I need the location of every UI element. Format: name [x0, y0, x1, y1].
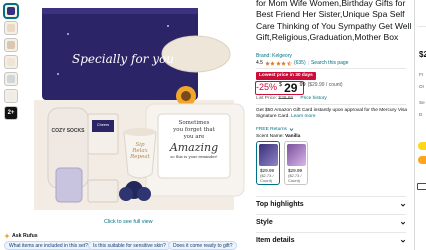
product-title: for Mom Wife Women,Birthday Gifts for Be… [256, 0, 412, 43]
quantity-dropdown[interactable] [417, 183, 426, 190]
scent-swatch-alt[interactable]: $29.99 ($2.73 / Count) [284, 141, 308, 185]
thumbnail-5[interactable] [4, 72, 18, 86]
accordion-label: Top highlights [256, 201, 304, 208]
promo-body: Get $50 Amazon Gift Card instantly upon … [256, 108, 408, 119]
accordion-top-highlights[interactable]: Top highlights [256, 196, 406, 212]
accordion-label: Item details [256, 237, 295, 244]
thumbnail-strip: 2+ [4, 4, 18, 123]
chevron-down-icon [289, 128, 294, 132]
swatch-image [287, 144, 306, 166]
rufus-question-chip-3[interactable]: Does it come ready to gift? [168, 241, 238, 250]
accordion-item-details[interactable]: Item details [256, 232, 406, 248]
list-price: $39.99 [278, 96, 294, 101]
price-row: -25% $ 29 99 ($29.99 / count) [256, 82, 343, 94]
star-rating[interactable] [265, 60, 292, 66]
free-returns-link[interactable]: FREE Returns [256, 127, 294, 132]
thumbnail-6[interactable] [4, 89, 18, 103]
thumbnail-1[interactable] [4, 4, 18, 18]
more-images-thumbnail[interactable]: 2+ [4, 106, 18, 120]
buy-now-button[interactable] [418, 156, 426, 164]
price-per-count: ($29.99 / count) [307, 82, 343, 88]
see-full-view-link[interactable]: Click to see full view [104, 219, 153, 225]
divider [418, 26, 426, 27]
price-whole: 29 [284, 81, 298, 95]
buy-box-text: Se [419, 100, 425, 105]
card-line-3: you are [183, 134, 205, 140]
buy-box-text: D [419, 112, 423, 117]
gift-box-illustration [34, 8, 245, 210]
deal-badge: Lowest price in 30 days [256, 72, 316, 80]
ask-rufus-title: Ask Rufus [12, 233, 38, 239]
rufus-question-chip-2[interactable]: Is this suitable for sensitive skin? [88, 241, 171, 250]
swatch-image [259, 144, 278, 166]
card-line-4: Amazing [169, 141, 219, 154]
main-product-image[interactable]: Specially for you Sometimes you forget t… [28, 4, 250, 216]
chevron-down-icon [400, 203, 406, 207]
candle-label: Cheers [96, 123, 110, 127]
star-icon [276, 60, 281, 66]
buy-box: $2 Fr Or Se D [414, 0, 426, 250]
divider [256, 68, 406, 69]
card-line-1: Sometimes [178, 120, 210, 126]
scent-swatch-vanilla[interactable]: $29.99 ($2.73 / Count) [256, 141, 280, 185]
half-star-icon [286, 60, 292, 66]
scent-label: Scent Name: [256, 134, 284, 139]
accordion-style[interactable]: Style [256, 214, 406, 230]
buy-box-text: Or [419, 84, 425, 89]
cup-text: Sip Relax Repeat [125, 142, 155, 160]
scent-selector-label: Scent Name: Vanilla [256, 134, 300, 139]
chevron-down-icon [400, 239, 406, 243]
price-history-link[interactable]: Price history [300, 96, 326, 101]
thumbnail-4[interactable] [4, 55, 18, 69]
star-icon [281, 60, 287, 66]
add-to-cart-button[interactable] [418, 142, 426, 150]
thumbnail-2[interactable] [4, 21, 18, 35]
price-fraction: 99 [299, 82, 306, 88]
cup-line-3: Repeat [130, 154, 150, 160]
list-price-row: List Price: $39.99 Price history [256, 96, 327, 101]
free-returns-label: FREE Returns [256, 127, 287, 132]
ask-rufus-header[interactable]: Ask Rufus [4, 233, 38, 239]
accordion-label: Style [256, 219, 273, 226]
rufus-question-chip-1[interactable]: What items are included in this set? [4, 241, 93, 250]
scent-value: Vanilla [285, 134, 301, 139]
price-currency: $ [279, 82, 283, 88]
rufus-sparkle-icon [4, 233, 10, 239]
rating-value: 4.5 [256, 60, 263, 66]
box-script-text: Specially for you [72, 52, 174, 66]
card-text: Sometimes you forget that you are Amazin… [158, 120, 230, 160]
rating-row: 4.5 (635) | Search this page [256, 60, 348, 66]
swatch-unit-label: Count) [288, 178, 301, 183]
chevron-down-icon [400, 221, 406, 225]
learn-more-link[interactable]: Learn more [291, 114, 316, 119]
card-line-2: you forget that [173, 127, 215, 133]
card-line-5: so this is your reminder! [170, 154, 218, 159]
swatch-unit-label: Count) [260, 178, 273, 183]
star-icon [265, 60, 270, 66]
divider [256, 104, 406, 105]
discount-percent: -25% [256, 82, 278, 92]
review-count[interactable]: (635) [294, 60, 306, 66]
socks-label: COZY SOCKS [51, 128, 85, 134]
promo-text: Get $50 Amazon Gift Card instantly upon … [256, 108, 418, 120]
divider: | [307, 60, 309, 66]
brand-link[interactable]: Brand: Kelgeory [256, 53, 292, 59]
search-page-link[interactable]: Search this page [311, 60, 349, 66]
star-icon [270, 60, 276, 66]
buy-box-text: Fr [419, 72, 424, 77]
thumbnail-3[interactable] [4, 38, 18, 52]
list-price-label: List Price: [256, 96, 278, 101]
buy-box-price: $2 [419, 50, 426, 59]
